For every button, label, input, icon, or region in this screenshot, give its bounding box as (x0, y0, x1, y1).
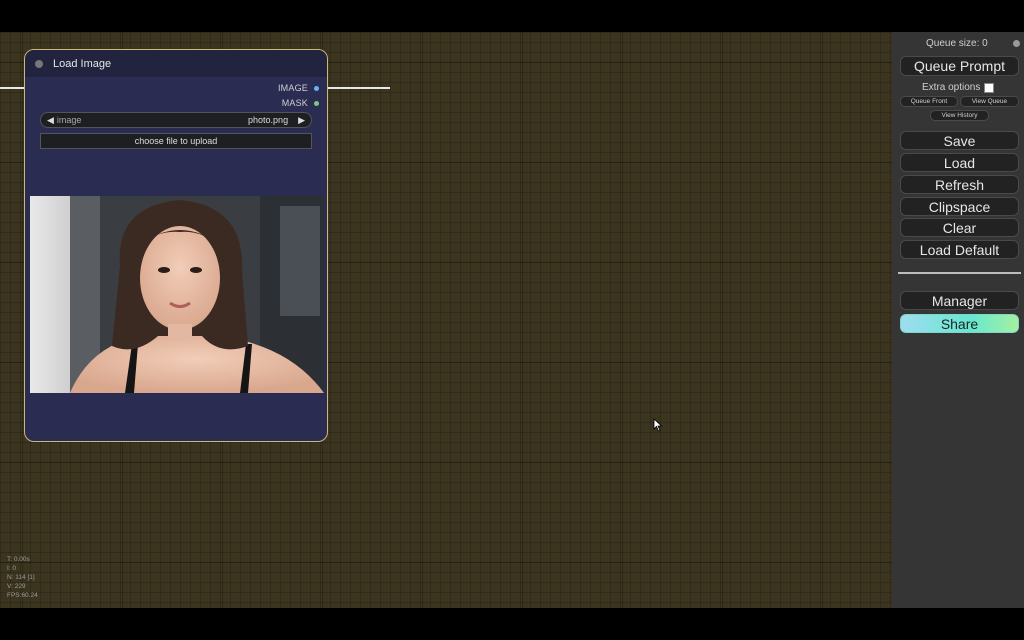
canvas-stats: T: 0.00s I: 0 N: 114 [1] V: 229 FPS:60.2… (7, 555, 38, 600)
combo-name: image (56, 115, 82, 125)
side-menu: Queue size: 0 Queue Prompt Extra options… (892, 32, 1024, 608)
queue-front-button[interactable]: Queue Front (900, 96, 958, 107)
clear-button[interactable]: Clear (900, 218, 1019, 237)
load-default-button[interactable]: Load Default (900, 240, 1019, 259)
image-combo-widget[interactable]: ◀ image photo.png ▶ (40, 112, 312, 128)
combo-prev-arrow-icon[interactable]: ◀ (47, 115, 54, 126)
refresh-button[interactable]: Refresh (900, 175, 1019, 194)
output-mask-slot[interactable] (314, 100, 319, 106)
input-link-wire (0, 87, 26, 89)
node-collapse-dot[interactable] (35, 59, 43, 68)
menu-divider (898, 272, 1021, 274)
stat-fps: FPS:60.24 (7, 592, 38, 599)
stat-time: T: 0.00s (7, 556, 30, 563)
extra-options-label: Extra options (922, 82, 981, 93)
load-image-node[interactable]: Load Image IMAGE MASK ◀ image photo.png … (24, 49, 328, 442)
share-button[interactable]: Share (900, 314, 1019, 333)
output-image[interactable]: IMAGE (278, 83, 319, 93)
graph-canvas[interactable]: Load Image IMAGE MASK ◀ image photo.png … (0, 32, 892, 608)
letterbox-top (0, 0, 1024, 32)
portrait-photo (30, 196, 324, 393)
load-button[interactable]: Load (900, 153, 1019, 172)
image-preview (30, 196, 324, 393)
queue-size: Queue size: 0 (926, 38, 988, 49)
letterbox-bottom (0, 608, 1024, 640)
manager-button[interactable]: Manager (900, 291, 1019, 310)
mouse-cursor-icon (653, 418, 663, 432)
combo-next-arrow-icon[interactable]: ▶ (298, 115, 305, 126)
extra-options-checkbox[interactable] (984, 82, 995, 93)
stat-vertices: V: 229 (7, 583, 26, 590)
node-title-bar[interactable]: Load Image (25, 50, 327, 77)
node-title: Load Image (53, 57, 112, 70)
combo-value: photo.png (248, 115, 289, 125)
output-link-wire (324, 87, 390, 89)
settings-dot-icon[interactable] (1013, 40, 1020, 47)
save-button[interactable]: Save (900, 131, 1019, 150)
stat-nodes: N: 114 [1] (7, 574, 35, 581)
output-mask-label: MASK (281, 98, 308, 108)
queue-prompt-button[interactable]: Queue Prompt (900, 56, 1019, 76)
clipspace-button[interactable]: Clipspace (900, 197, 1019, 216)
output-image-label: IMAGE (277, 83, 308, 93)
upload-button[interactable]: choose file to upload (40, 133, 312, 149)
view-history-button[interactable]: View History (930, 110, 989, 121)
output-image-slot[interactable] (314, 85, 319, 91)
stat-i: I: 0 (7, 565, 17, 572)
queue-size-row: Queue size: 0 (892, 38, 1024, 50)
output-mask[interactable]: MASK (282, 98, 319, 108)
view-queue-button[interactable]: View Queue (960, 96, 1019, 107)
extra-options-row[interactable]: Extra options (922, 82, 995, 93)
